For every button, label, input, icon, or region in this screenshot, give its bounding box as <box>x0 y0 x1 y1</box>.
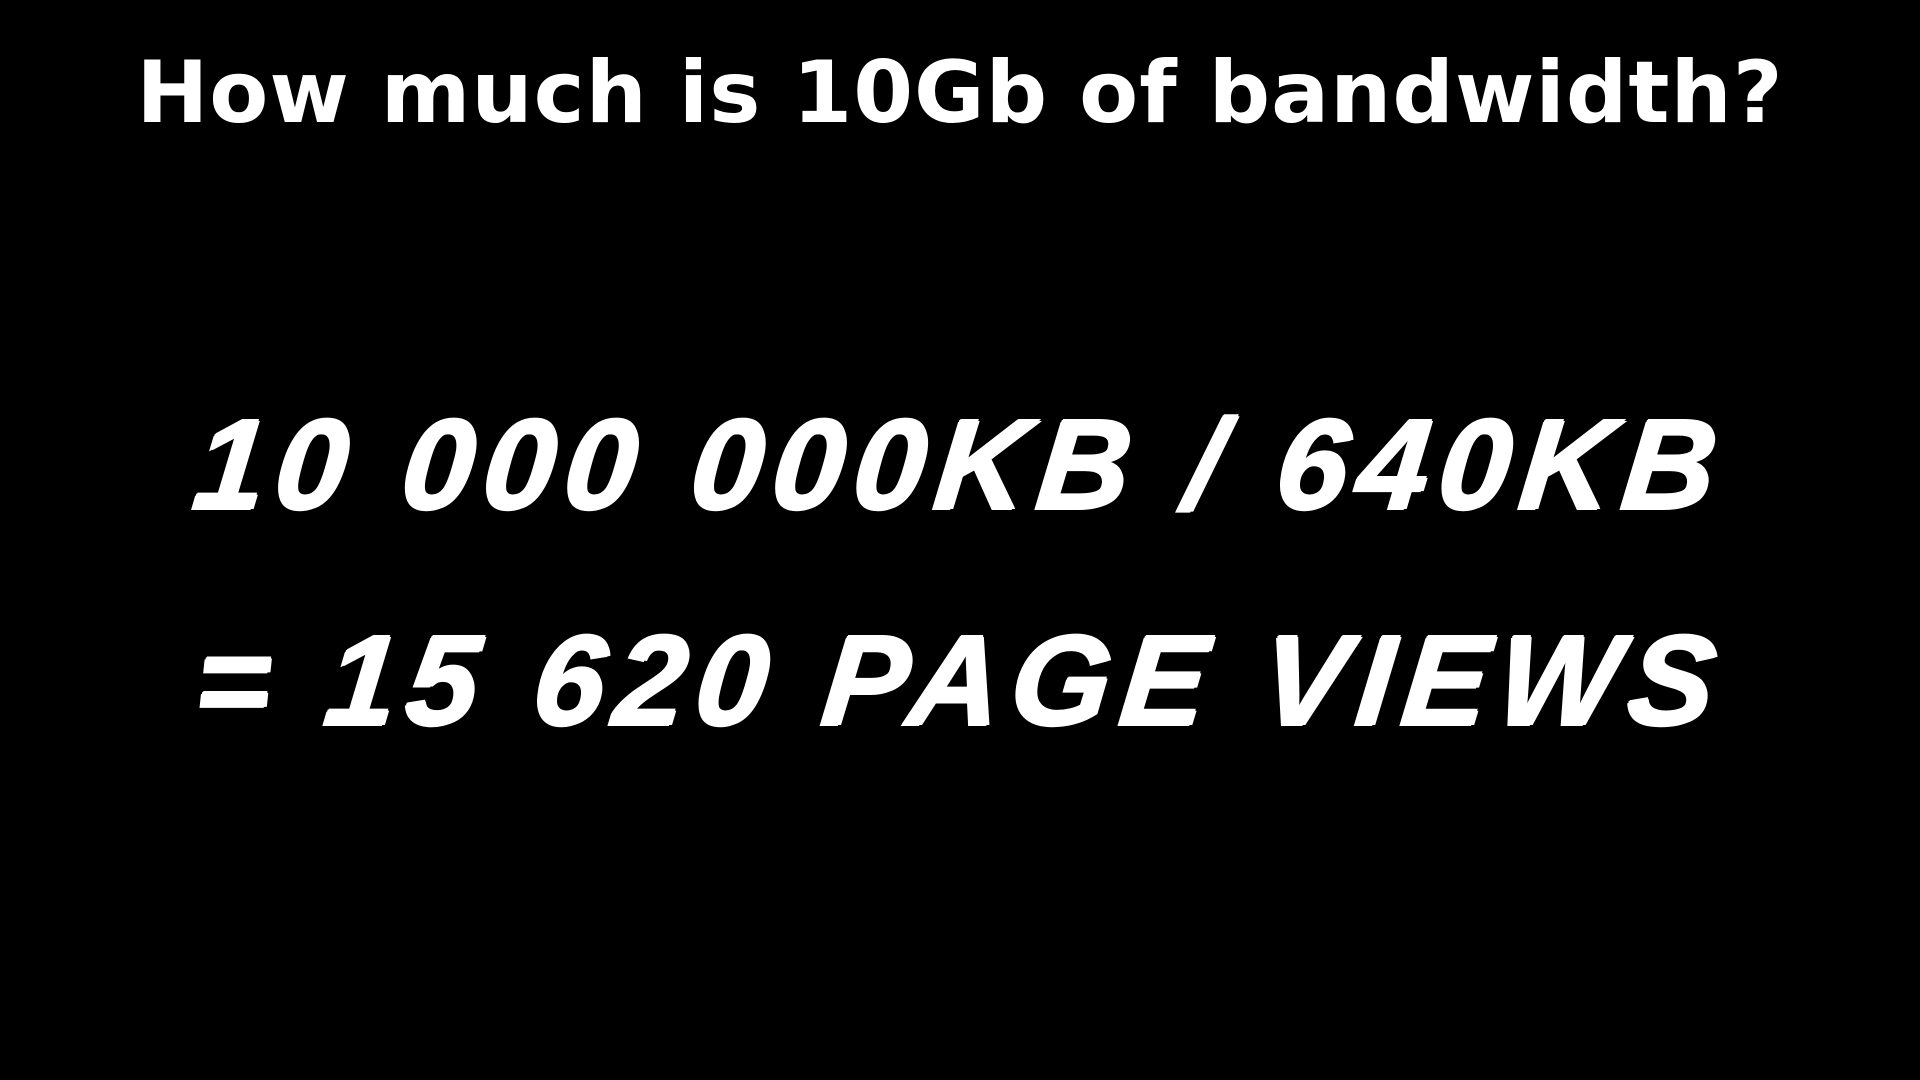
slide: How much is 10Gb of bandwidth? 10 000 00… <box>0 0 1920 1080</box>
slide-title: How much is 10Gb of bandwidth? <box>136 43 1784 143</box>
equation-line-2: = 15 620 PAGE VIEWS <box>188 609 1732 752</box>
equation-line-1: 10 000 000KB / 640KB <box>187 393 1733 536</box>
